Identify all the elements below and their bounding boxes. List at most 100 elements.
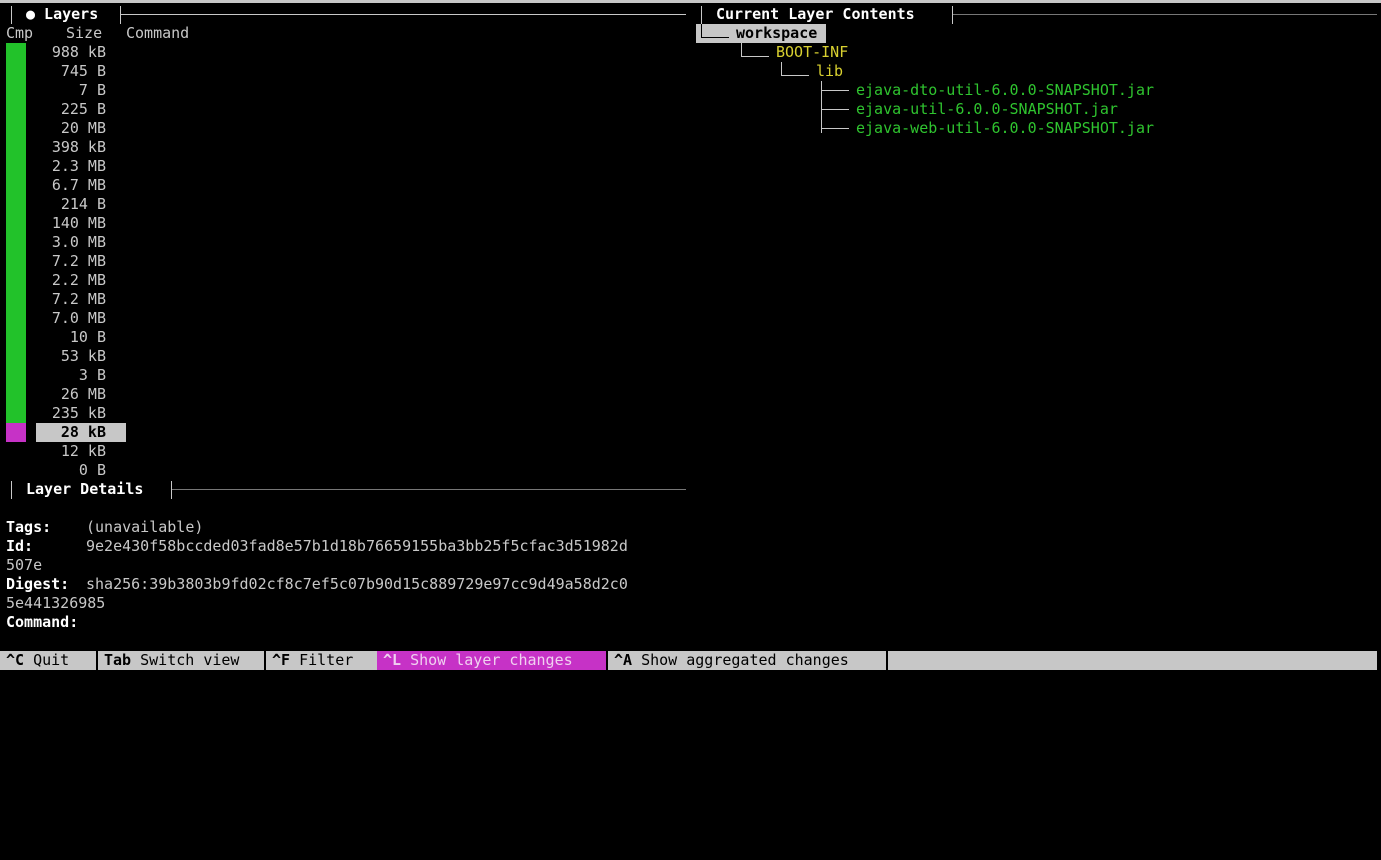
layer-efficiency-bar: [6, 195, 26, 214]
column-header-size: Size: [66, 24, 103, 42]
layer-row[interactable]: 7.2 MB: [36, 252, 106, 271]
layer-efficiency-bar: [6, 138, 26, 157]
layer-efficiency-bar: [6, 290, 26, 309]
keybinding-status-bar: ^C Quit Tab Switch view ^F Filter ^L Sho…: [0, 651, 1381, 670]
layer-row[interactable]: 10 B: [36, 328, 106, 347]
layer-efficiency-bar: [6, 62, 26, 81]
layer-row[interactable]: 745 B: [36, 62, 106, 81]
header-divider: [701, 6, 702, 24]
layer-efficiency-bar: [6, 385, 26, 404]
layer-efficiency-bar: [6, 233, 26, 252]
status-bar-filler: [888, 651, 1377, 670]
shortcut-label: Quit: [33, 651, 70, 669]
tree-node-file[interactable]: ejava-util-6.0.0-SNAPSHOT.jar: [856, 100, 1118, 119]
layer-efficiency-bar: [6, 347, 26, 366]
digest-value: sha256:39b3803b9fd02cf8c7ef5c07b90d15c88…: [86, 575, 628, 593]
layer-efficiency-bar: [6, 423, 26, 442]
layer-details-title: Layer Details: [26, 480, 144, 498]
column-header-cmp: Cmp: [6, 24, 34, 42]
shortcut-key: Tab: [104, 651, 132, 669]
tree-node-file[interactable]: ejava-dto-util-6.0.0-SNAPSHOT.jar: [856, 81, 1154, 100]
shortcut-key: ^F: [272, 651, 291, 669]
switch-view-shortcut[interactable]: Tab Switch view: [98, 651, 264, 670]
tree-node-boot-inf[interactable]: BOOT-INF: [776, 43, 848, 62]
header-rule: [121, 14, 686, 15]
tree-connector: [781, 75, 809, 76]
digest-label: Digest:: [6, 575, 70, 593]
layer-efficiency-bar: [6, 404, 26, 423]
header-divider: [171, 481, 172, 499]
tree-connector: [781, 62, 782, 76]
layer-efficiency-bar: [6, 100, 26, 119]
layer-efficiency-bar: [6, 214, 26, 233]
layer-row[interactable]: 7.0 MB: [36, 309, 106, 328]
id-label: Id:: [6, 537, 34, 555]
header-divider: [952, 6, 953, 24]
tree-node-file[interactable]: ejava-web-util-6.0.0-SNAPSHOT.jar: [856, 119, 1154, 138]
layer-row[interactable]: 0 B: [36, 461, 106, 480]
layer-efficiency-bar: [6, 119, 26, 138]
layer-row[interactable]: 7.2 MB: [36, 290, 106, 309]
layer-efficiency-bar: [6, 157, 26, 176]
layer-efficiency-bar: [6, 271, 26, 290]
shortcut-label: Switch view: [140, 651, 240, 669]
layer-efficiency-bar: [6, 176, 26, 195]
header-divider: [11, 6, 12, 24]
layer-efficiency-bar: [6, 328, 26, 347]
shortcut-label: Filter: [299, 651, 354, 669]
header-rule: [172, 489, 686, 490]
layer-row-selected[interactable]: 28 kB: [36, 423, 126, 442]
tree-connector: [821, 81, 822, 133]
layer-row[interactable]: 26 MB: [36, 385, 106, 404]
shortcut-key: ^C: [6, 651, 25, 669]
shortcut-key: ^A: [614, 651, 633, 669]
layer-row[interactable]: 2.3 MB: [36, 157, 106, 176]
layer-row[interactable]: 53 kB: [36, 347, 106, 366]
window-top-edge: [0, 0, 1381, 3]
layer-row[interactable]: 6.7 MB: [36, 176, 106, 195]
quit-shortcut[interactable]: ^C Quit: [0, 651, 96, 670]
tags-value: (unavailable): [86, 518, 204, 536]
layer-efficiency-bar: [6, 309, 26, 328]
tree-connector: [821, 90, 849, 91]
id-value-continued: 507e: [6, 556, 43, 574]
header-divider: [11, 481, 12, 499]
layer-efficiency-bar: [6, 43, 26, 62]
tree-node-lib[interactable]: lib: [816, 62, 843, 81]
layers-panel-title: ● Layers: [26, 5, 99, 23]
tree-connector: [701, 37, 729, 38]
layer-row[interactable]: 988 kB: [36, 43, 106, 62]
layer-efficiency-bar: [6, 81, 26, 100]
shortcut-label: Show aggregated changes: [641, 651, 849, 669]
layer-row[interactable]: 20 MB: [36, 119, 106, 138]
shortcut-key: ^L: [383, 651, 402, 669]
layer-row[interactable]: 398 kB: [36, 138, 106, 157]
layer-row[interactable]: 225 B: [36, 100, 106, 119]
header-divider: [120, 6, 121, 24]
column-header-command: Command: [126, 24, 190, 42]
tree-connector: [701, 24, 702, 38]
command-label: Command:: [6, 613, 79, 631]
layer-row[interactable]: 2.2 MB: [36, 271, 106, 290]
tree-connector: [821, 109, 849, 110]
layer-row[interactable]: 214 B: [36, 195, 106, 214]
show-layer-changes-shortcut[interactable]: ^L Show layer changes: [377, 651, 606, 670]
layer-row[interactable]: 12 kB: [36, 442, 106, 461]
tree-node-workspace[interactable]: workspace: [736, 24, 817, 43]
layer-row[interactable]: 3.0 MB: [36, 233, 106, 252]
show-aggregated-changes-shortcut[interactable]: ^A Show aggregated changes: [608, 651, 886, 670]
layer-row[interactable]: 3 B: [36, 366, 106, 385]
layer-row[interactable]: 140 MB: [36, 214, 106, 233]
shortcut-label: Show layer changes: [410, 651, 573, 669]
digest-value-continued: 5e441326985: [6, 594, 106, 612]
header-rule: [953, 14, 1377, 15]
tree-connector: [821, 128, 849, 129]
layer-row[interactable]: 235 kB: [36, 404, 106, 423]
layer-row[interactable]: 7 B: [36, 81, 106, 100]
tree-connector: [741, 56, 769, 57]
layer-efficiency-bar: [6, 252, 26, 271]
filter-shortcut[interactable]: ^F Filter: [266, 651, 377, 670]
tree-connector: [741, 43, 742, 57]
id-value: 9e2e430f58bccded03fad8e57b1d18b76659155b…: [86, 537, 628, 555]
tags-label: Tags:: [6, 518, 52, 536]
